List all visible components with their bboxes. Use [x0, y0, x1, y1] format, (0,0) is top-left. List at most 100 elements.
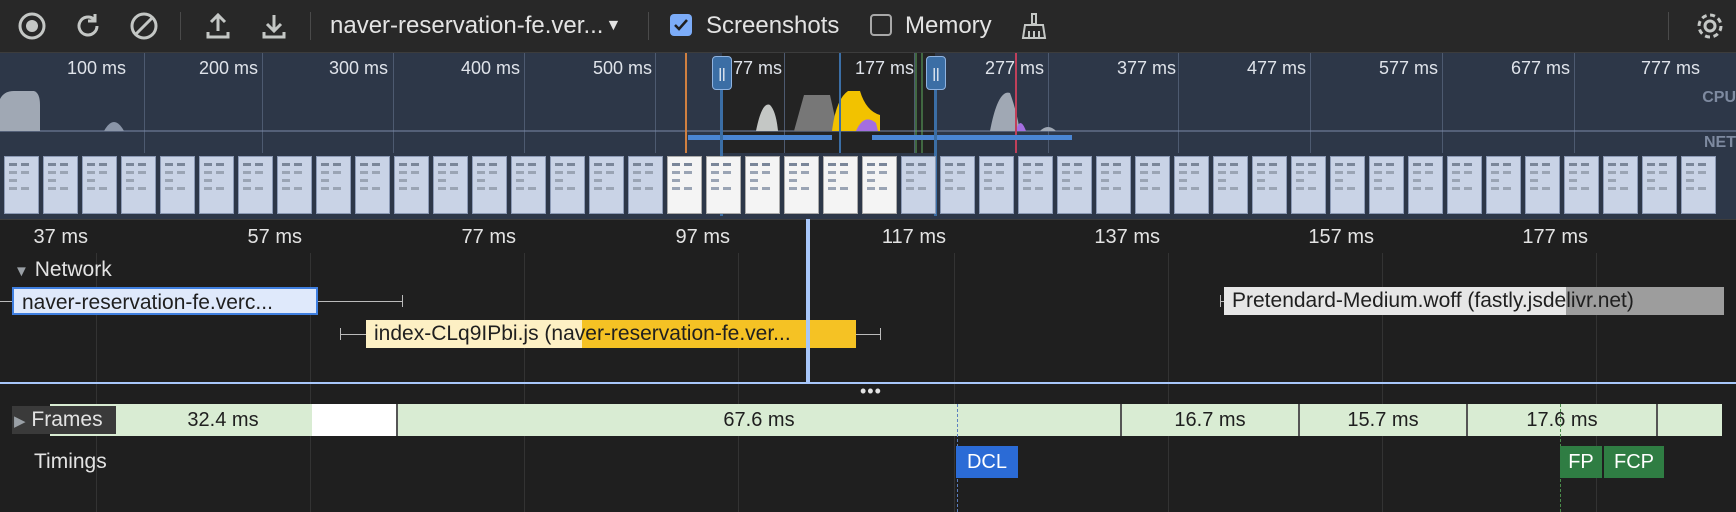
resize-handle-icon[interactable]: •••	[860, 381, 882, 402]
screenshot-thumbnail[interactable]	[4, 156, 39, 214]
screenshot-thumbnail[interactable]	[1681, 156, 1716, 214]
screenshot-thumbnail[interactable]	[199, 156, 234, 214]
network-activity-bar	[872, 135, 1072, 140]
network-request-script[interactable]: index-CLq9IPbi.js (naver-reservation-fe.…	[366, 320, 856, 348]
memory-checkbox[interactable]	[870, 14, 892, 36]
ruler-label: 37 ms	[33, 226, 88, 248]
dcl-marker[interactable]: DCL	[956, 446, 1018, 478]
request-whisker	[0, 301, 12, 302]
network-request-font[interactable]: Pretendard-Medium.woff (fastly.jsdelivr.…	[1224, 287, 1724, 315]
screenshot-thumbnail[interactable]	[901, 156, 936, 214]
request-whisker-cap	[880, 328, 881, 340]
triangle-down-icon: ▼	[14, 263, 29, 280]
ruler-label: 77 ms	[461, 226, 516, 248]
recording-select-value: naver-reservation-fe.ver...	[330, 12, 604, 39]
screenshot-thumbnail[interactable]	[1330, 156, 1365, 214]
frames-track-title: Frames	[31, 408, 103, 431]
ruler-label: 117 ms	[881, 226, 946, 248]
screenshot-thumbnail[interactable]	[238, 156, 273, 214]
triangle-right-icon: ▶	[14, 413, 26, 430]
network-activity-bar	[688, 135, 832, 140]
screenshot-thumbnail[interactable]	[433, 156, 468, 214]
screenshot-thumbnail[interactable]	[1174, 156, 1209, 214]
frame-bar[interactable]: 17.6 ms	[1468, 404, 1658, 436]
screenshot-thumbnail[interactable]	[1057, 156, 1092, 214]
screenshot-thumbnail[interactable]	[511, 156, 546, 214]
screenshot-thumbnail[interactable]	[121, 156, 156, 214]
screenshot-thumbnail[interactable]	[823, 156, 858, 214]
screenshot-thumbnail[interactable]	[862, 156, 897, 214]
frame-bar[interactable]: 67.6 ms	[398, 404, 1122, 436]
screenshot-thumbnail[interactable]	[1564, 156, 1599, 214]
screenshot-thumbnail[interactable]	[940, 156, 975, 214]
clear-icon[interactable]	[128, 10, 160, 42]
ruler-label: 137 ms	[1094, 226, 1160, 248]
screenshot-thumbnail[interactable]	[550, 156, 585, 214]
selection-left-handle[interactable]: ||	[712, 56, 732, 90]
screenshot-thumbnail[interactable]	[394, 156, 429, 214]
screenshot-thumbnail[interactable]	[355, 156, 390, 214]
toolbar-divider	[648, 12, 649, 40]
screenshot-thumbnail[interactable]	[43, 156, 78, 214]
timeline-cursor	[806, 219, 810, 382]
screenshot-filmstrip	[0, 156, 1736, 216]
frame-bar[interactable]: 16.7 ms	[1122, 404, 1300, 436]
screenshot-thumbnail[interactable]	[1135, 156, 1170, 214]
screenshot-thumbnail[interactable]	[979, 156, 1014, 214]
fcp-marker[interactable]: FCP	[1604, 446, 1664, 478]
screenshot-thumbnail[interactable]	[1291, 156, 1326, 214]
toolbar-divider	[180, 12, 181, 40]
request-whisker-cap	[402, 295, 403, 307]
request-whisker	[340, 334, 366, 335]
screenshot-thumbnail[interactable]	[1408, 156, 1443, 214]
screenshots-label[interactable]: Screenshots	[706, 12, 839, 40]
screenshot-thumbnail[interactable]	[1252, 156, 1287, 214]
frames-track-header[interactable]: ▶ Frames	[12, 406, 116, 434]
screenshots-checkbox[interactable]	[670, 14, 692, 36]
frame-bar[interactable]	[1658, 404, 1722, 436]
screenshot-thumbnail[interactable]	[667, 156, 702, 214]
screenshot-thumbnail[interactable]	[1369, 156, 1404, 214]
reload-icon[interactable]	[72, 10, 104, 42]
fp-marker[interactable]: FP	[1560, 446, 1602, 478]
memory-label[interactable]: Memory	[905, 12, 992, 40]
ruler-label: 97 ms	[675, 226, 730, 248]
timings-track-title: Timings	[34, 450, 107, 473]
screenshot-thumbnail[interactable]	[1642, 156, 1677, 214]
screenshot-thumbnail[interactable]	[1525, 156, 1560, 214]
download-icon[interactable]	[258, 10, 290, 42]
screenshot-thumbnail[interactable]	[745, 156, 780, 214]
broom-icon[interactable]	[1018, 10, 1050, 42]
selection-right-handle[interactable]: ||	[926, 56, 946, 90]
request-whisker	[856, 334, 880, 335]
upload-icon[interactable]	[202, 10, 234, 42]
toolbar-divider	[1668, 12, 1669, 40]
cpu-activity-graph	[0, 53, 1736, 153]
recording-select[interactable]: naver-reservation-fe.ver... ▼	[330, 12, 621, 40]
screenshot-thumbnail[interactable]	[316, 156, 351, 214]
screenshot-thumbnail[interactable]	[1213, 156, 1248, 214]
screenshot-thumbnail[interactable]	[472, 156, 507, 214]
record-icon[interactable]	[16, 10, 48, 42]
screenshot-thumbnail[interactable]	[1447, 156, 1482, 214]
screenshot-thumbnail[interactable]	[277, 156, 312, 214]
screenshot-thumbnail[interactable]	[1018, 156, 1053, 214]
screenshot-thumbnail[interactable]	[784, 156, 819, 214]
screenshot-thumbnail[interactable]	[1096, 156, 1131, 214]
ruler-label: 177 ms	[1522, 226, 1588, 248]
toolbar: naver-reservation-fe.ver... ▼ Screenshot…	[0, 0, 1736, 53]
screenshot-thumbnail[interactable]	[628, 156, 663, 214]
request-whisker	[318, 301, 402, 302]
screenshot-thumbnail[interactable]	[589, 156, 624, 214]
toolbar-divider	[310, 12, 311, 40]
ruler-label: 57 ms	[247, 226, 302, 248]
screenshot-thumbnail[interactable]	[706, 156, 741, 214]
network-track-header[interactable]: ▼ Network	[14, 258, 112, 282]
screenshot-thumbnail[interactable]	[1603, 156, 1638, 214]
screenshot-thumbnail[interactable]	[82, 156, 117, 214]
screenshot-thumbnail[interactable]	[1486, 156, 1521, 214]
gear-icon[interactable]	[1694, 10, 1726, 42]
frame-bar[interactable]: 15.7 ms	[1300, 404, 1468, 436]
screenshot-thumbnail[interactable]	[160, 156, 195, 214]
network-request-document[interactable]: naver-reservation-fe.verc...	[12, 287, 318, 315]
